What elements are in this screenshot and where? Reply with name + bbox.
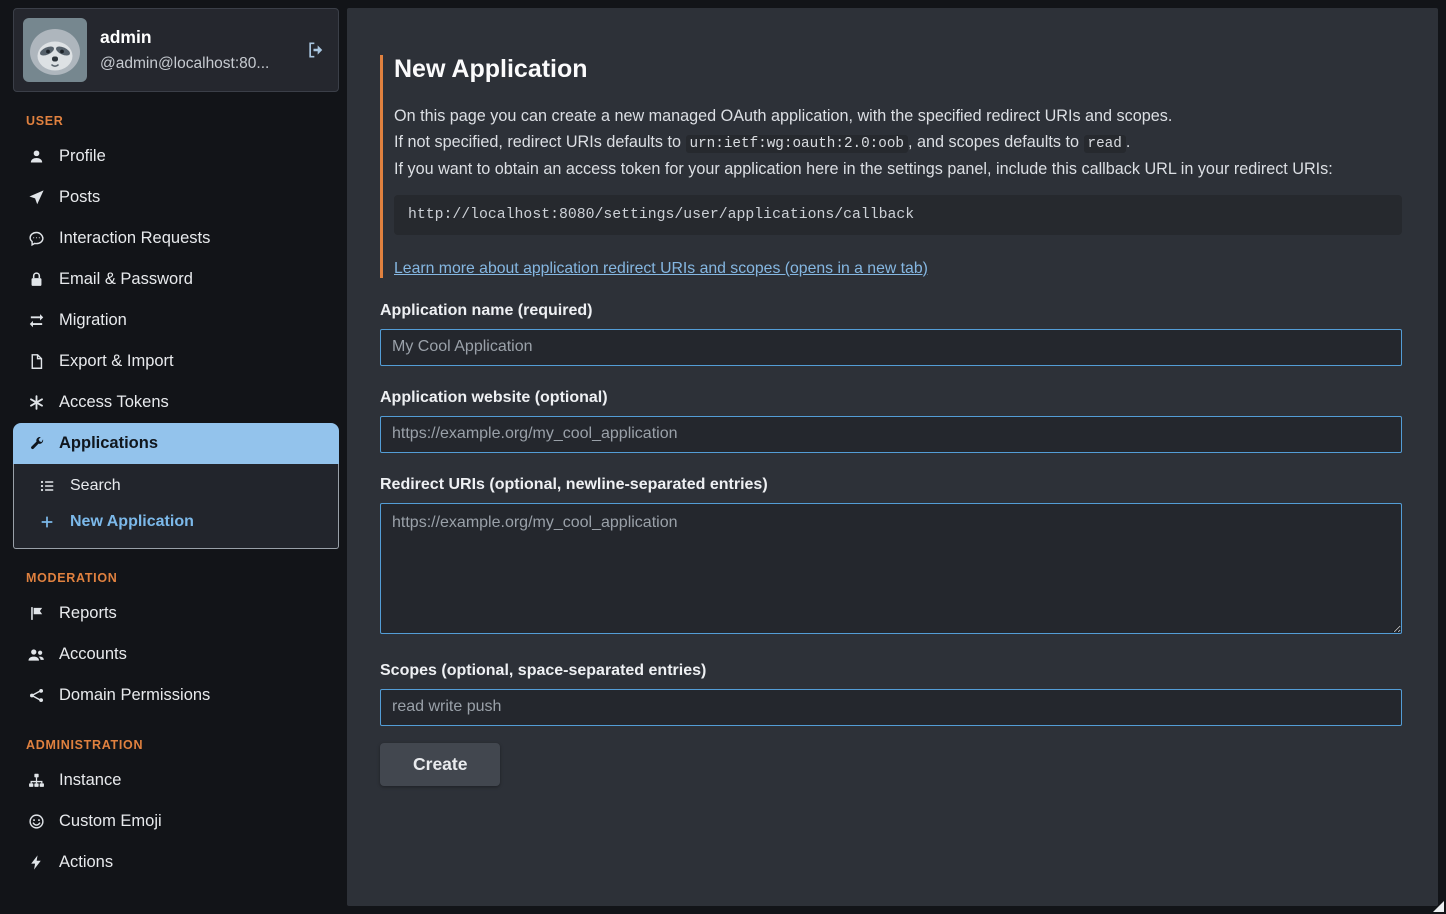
list-icon <box>37 478 57 494</box>
tool-icon <box>26 435 46 452</box>
sitemap-icon <box>26 772 46 789</box>
sidebar-item-domain-permissions[interactable]: Domain Permissions <box>13 675 339 716</box>
asterisk-icon <box>26 394 46 411</box>
sidebar-item-label: Search <box>70 477 121 495</box>
plus-icon <box>37 514 57 530</box>
intro-line-2: If not specified, redirect URIs defaults… <box>394 130 1402 157</box>
page-header: New Application On this page you can cre… <box>380 55 1402 278</box>
new-application-form: Application name (required) Application … <box>380 302 1402 786</box>
sloth-avatar-image <box>23 18 87 82</box>
application-name-input[interactable] <box>380 329 1402 366</box>
flag-icon <box>26 605 46 622</box>
sidebar-item-email-password[interactable]: Email & Password <box>13 259 339 300</box>
sidebar-item-applications[interactable]: Applications <box>13 423 339 464</box>
sidebar-item-reports[interactable]: Reports <box>13 593 339 634</box>
applications-submenu: Search New Application <box>13 464 339 549</box>
sidebar-item-label: Actions <box>59 853 113 872</box>
resize-grip-icon <box>1433 901 1444 912</box>
avatar <box>23 18 87 82</box>
page-title: New Application <box>394 55 1402 84</box>
sidebar-item-instance[interactable]: Instance <box>13 760 339 801</box>
inline-code-read: read <box>1084 135 1126 153</box>
file-icon <box>26 353 46 370</box>
sidebar: admin @admin@localhost:80... USER Profil… <box>0 0 347 914</box>
user-handle: @admin@localhost:80... <box>100 55 293 73</box>
application-name-label: Application name (required) <box>380 302 1402 320</box>
bolt-icon <box>26 854 46 871</box>
sidebar-item-label: Instance <box>59 771 121 790</box>
sidebar-item-label: Reports <box>59 604 117 623</box>
learn-more-link[interactable]: Learn more about application redirect UR… <box>394 260 928 278</box>
sidebar-item-search[interactable]: Search <box>14 468 338 504</box>
callback-url-code-block: http://localhost:8080/settings/user/appl… <box>394 195 1402 235</box>
paper-plane-icon <box>26 189 46 206</box>
scopes-label: Scopes (optional, space-separated entrie… <box>380 662 1402 680</box>
sidebar-item-label: Accounts <box>59 645 127 664</box>
sidebar-nav: USER Profile Posts Interaction R <box>13 114 339 883</box>
user-card: admin @admin@localhost:80... <box>13 8 339 92</box>
smile-icon <box>26 813 46 830</box>
main-panel: New Application On this page you can cre… <box>347 8 1438 906</box>
sidebar-item-new-application[interactable]: New Application <box>14 504 338 540</box>
sidebar-item-interaction-requests[interactable]: Interaction Requests <box>13 218 339 259</box>
sidebar-item-label: Profile <box>59 147 106 166</box>
sidebar-item-label: Migration <box>59 311 127 330</box>
comment-icon <box>26 230 46 247</box>
sidebar-item-label: Export & Import <box>59 352 174 371</box>
section-header-administration: ADMINISTRATION <box>26 738 337 752</box>
intro-line-3: If you want to obtain an access token fo… <box>394 157 1402 182</box>
redirect-uris-textarea[interactable] <box>380 503 1402 634</box>
redirect-uris-label: Redirect URIs (optional, newline-separat… <box>380 476 1402 494</box>
logout-icon[interactable] <box>306 40 326 60</box>
sidebar-item-accounts[interactable]: Accounts <box>13 634 339 675</box>
sidebar-item-actions[interactable]: Actions <box>13 842 339 883</box>
sidebar-item-label: Domain Permissions <box>59 686 210 705</box>
user-info: admin @admin@localhost:80... <box>100 27 293 73</box>
exchange-icon <box>26 312 46 329</box>
intro-text: On this page you can create a new manage… <box>394 104 1402 182</box>
users-icon <box>26 646 46 664</box>
application-website-input[interactable] <box>380 416 1402 453</box>
sidebar-item-migration[interactable]: Migration <box>13 300 339 341</box>
section-header-moderation: MODERATION <box>26 571 337 585</box>
sidebar-item-custom-emoji[interactable]: Custom Emoji <box>13 801 339 842</box>
sidebar-item-label: Custom Emoji <box>59 812 162 831</box>
sidebar-item-label: Applications <box>59 434 158 453</box>
sidebar-item-label: Posts <box>59 188 100 207</box>
lock-icon <box>26 271 46 288</box>
create-button[interactable]: Create <box>380 743 500 786</box>
intro-line-1: On this page you can create a new manage… <box>394 104 1402 129</box>
section-header-user: USER <box>26 114 337 128</box>
scopes-input[interactable] <box>380 689 1402 726</box>
sidebar-item-label: New Application <box>70 513 194 531</box>
inline-code-oob: urn:ietf:wg:oauth:2.0:oob <box>686 135 909 153</box>
user-icon <box>26 148 46 165</box>
share-icon <box>26 687 46 704</box>
sidebar-item-access-tokens[interactable]: Access Tokens <box>13 382 339 423</box>
sidebar-item-label: Interaction Requests <box>59 229 210 248</box>
sidebar-item-label: Email & Password <box>59 270 193 289</box>
user-name: admin <box>100 27 293 48</box>
sidebar-item-export-import[interactable]: Export & Import <box>13 341 339 382</box>
sidebar-item-posts[interactable]: Posts <box>13 177 339 218</box>
sidebar-item-profile[interactable]: Profile <box>13 136 339 177</box>
sidebar-item-label: Access Tokens <box>59 393 169 412</box>
application-website-label: Application website (optional) <box>380 389 1402 407</box>
